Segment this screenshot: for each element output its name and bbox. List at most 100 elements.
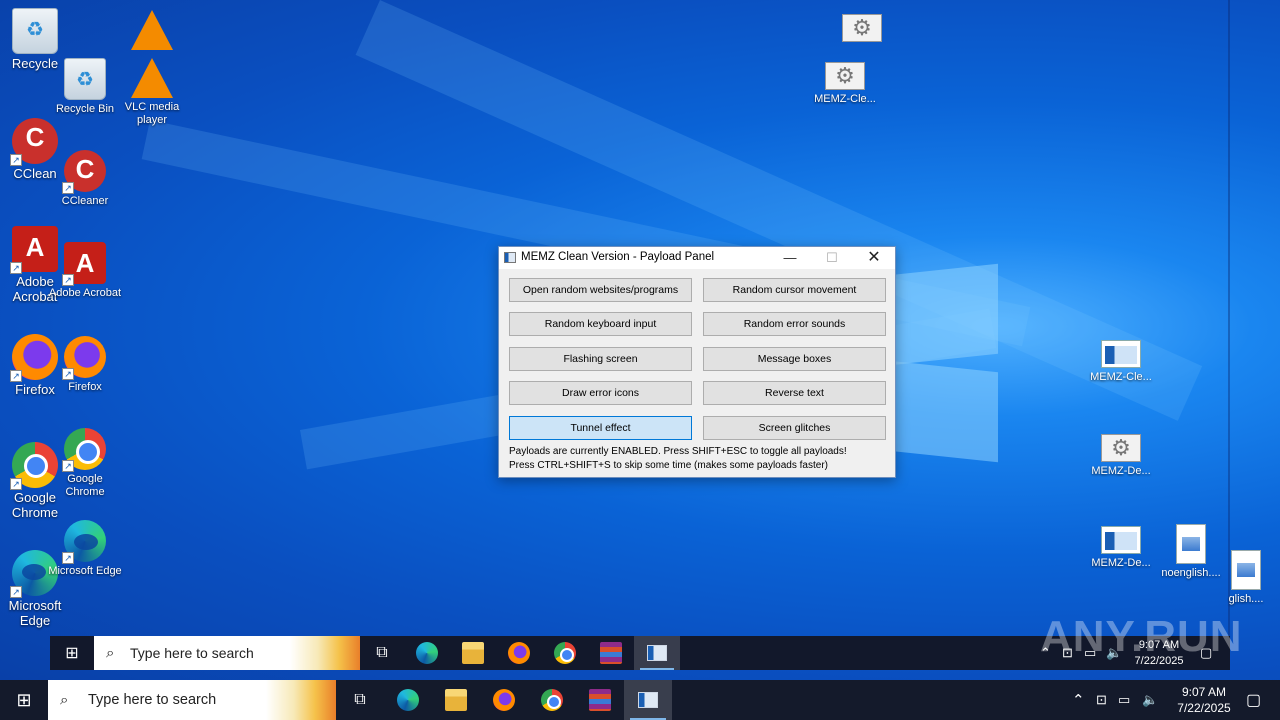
start-button[interactable]: ⊞ (0, 690, 48, 711)
document-image-icon (1231, 550, 1261, 590)
winrar-icon (589, 689, 611, 711)
desktop-icon-memz-destructive-settings[interactable]: MEMZ-De... (1084, 434, 1158, 478)
monitor-icon[interactable]: ▭ (1118, 692, 1130, 708)
recycle-bin-icon (64, 58, 106, 100)
chrome-icon (554, 642, 576, 664)
memz-app-icon (647, 645, 667, 661)
desktop-icon-acrobat[interactable]: ↗ Adobe Acrobat (48, 242, 122, 300)
desktop-icon-vlc[interactable]: VLC media player (115, 58, 189, 126)
payload-open-websites-button[interactable]: Open random websites/programs (509, 278, 692, 302)
payload-draw-error-icons-button[interactable]: Draw error icons (509, 381, 692, 405)
desktop-icon-vlc-top[interactable] (115, 10, 189, 53)
edge-icon: ↗ (62, 520, 106, 564)
task-view-icon: ⧉ (354, 691, 366, 708)
shortcut-arrow-icon: ↗ (62, 552, 74, 564)
icon-label: Microsoft Edge (48, 565, 122, 577)
status-message-enabled: Payloads are currently ENABLED. Press SH… (509, 446, 847, 457)
search-icon: ⌕ (106, 644, 115, 662)
payload-message-boxes-button[interactable]: Message boxes (703, 347, 886, 371)
payload-screen-glitches-button[interactable]: Screen glitches (703, 416, 886, 440)
desktop-icon-english[interactable]: glish.... (1212, 550, 1280, 606)
firefox-icon: ↗ (62, 336, 106, 380)
taskbar-firefox[interactable] (480, 680, 528, 720)
edge-icon (397, 689, 419, 711)
maximize-button[interactable]: ☐ (811, 247, 853, 269)
desktop-icon-edge[interactable]: ↗ Microsoft Edge (48, 520, 122, 578)
settings-gear-icon (825, 62, 865, 90)
icon-label: CCleaner (61, 195, 109, 207)
clock-date: 7/22/2025 (1177, 701, 1231, 715)
taskbar-memz[interactable] (634, 636, 680, 670)
watermark-logo: ANY.RUN (1040, 612, 1243, 661)
ccleaner-icon: ↗ (62, 150, 106, 194)
search-highlight-image (290, 636, 360, 670)
taskbar-edge[interactable] (384, 680, 432, 720)
adobe-acrobat-icon: ↗ (62, 242, 106, 286)
payload-keyboard-input-button[interactable]: Random keyboard input (509, 312, 692, 336)
chrome-icon: ↗ (62, 428, 106, 472)
payload-reverse-text-button[interactable]: Reverse text (703, 381, 886, 405)
icon-label: MEMZ-Cle... (814, 93, 876, 105)
task-view-button[interactable]: ⧉ (360, 636, 404, 670)
shortcut-arrow-icon: ↗ (10, 262, 22, 274)
taskbar: ⊞ ⌕ Type here to search ⧉ ⌃ ⊡ ▭ 🔈 9:07 A… (0, 680, 1280, 720)
taskbar-edge[interactable] (404, 636, 450, 670)
payload-flashing-screen-button[interactable]: Flashing screen (509, 347, 692, 371)
task-view-button[interactable]: ⧉ (336, 680, 384, 720)
desktop-icon-recycle-bin[interactable]: Recycle Bin (48, 58, 122, 116)
chevron-up-icon[interactable]: ⌃ (1072, 691, 1085, 709)
minimize-button[interactable]: — (769, 247, 811, 269)
search-input[interactable]: ⌕ Type here to search (48, 680, 336, 720)
system-tray: ⌃ ⊡ ▭ 🔈 9:07 AM 7/22/2025 ▢ (1066, 680, 1280, 720)
notifications-icon[interactable]: ▢ (1246, 690, 1261, 710)
start-button[interactable]: ⊞ (50, 643, 94, 663)
taskbar-file-explorer[interactable] (450, 636, 496, 670)
desktop-icon-memz-app[interactable]: MEMZ-Cle... (1084, 340, 1158, 384)
icon-label: Firefox (68, 381, 102, 393)
shortcut-arrow-icon: ↗ (10, 586, 22, 598)
window-titlebar[interactable]: MEMZ Clean Version - Payload Panel — ☐ ✕ (499, 247, 895, 269)
status-message-skip-time: Press CTRL+SHIFT+S to skip some time (ma… (509, 460, 828, 471)
icon-label: MEMZ-De... (1091, 557, 1151, 569)
icon-label: Google Chrome (65, 473, 105, 498)
network-icon[interactable]: ⊡ (1096, 692, 1107, 708)
taskbar-chrome[interactable] (542, 636, 588, 670)
payload-cursor-movement-button[interactable]: Random cursor movement (703, 278, 886, 302)
vlc-icon (131, 58, 173, 98)
icon-label: Recycle Bin (55, 103, 115, 115)
desktop-icon-firefox[interactable]: ↗ Firefox (48, 336, 122, 394)
shortcut-arrow-icon: ↗ (62, 368, 74, 380)
chrome-icon (541, 689, 563, 711)
winrar-icon (600, 642, 622, 664)
desktop-icon-memz-destructive[interactable]: MEMZ-De... (1084, 526, 1158, 570)
icon-label: MEMZ-De... (1091, 465, 1151, 477)
edge-icon (416, 642, 438, 664)
search-input[interactable]: ⌕ Type here to search (94, 636, 360, 670)
taskbar-winrar[interactable] (576, 680, 624, 720)
taskbar-winrar[interactable] (588, 636, 634, 670)
volume-icon[interactable]: 🔈 (1142, 692, 1158, 708)
close-button[interactable]: ✕ (853, 247, 895, 269)
firefox-icon (508, 642, 530, 664)
desktop-icon-ccleaner[interactable]: ↗ CCleaner (48, 150, 122, 208)
shortcut-arrow-icon: ↗ (62, 182, 74, 194)
payload-error-sounds-button[interactable]: Random error sounds (703, 312, 886, 336)
search-icon: ⌕ (60, 691, 69, 709)
desktop-icon-memz-clean-settings[interactable] (825, 14, 899, 45)
desktop-icon-memz-clean[interactable]: MEMZ-Cle... (808, 62, 882, 106)
shortcut-arrow-icon: ↗ (62, 274, 74, 286)
vlc-icon (131, 10, 173, 50)
payload-panel-window: MEMZ Clean Version - Payload Panel — ☐ ✕… (498, 246, 896, 478)
taskbar-chrome[interactable] (528, 680, 576, 720)
firefox-icon (493, 689, 515, 711)
desktop-icon-chrome[interactable]: ↗ Google Chrome (48, 428, 122, 498)
icon-label: VLC media player (124, 101, 180, 126)
clock-time: 9:07 AM (1181, 685, 1227, 699)
taskbar-file-explorer[interactable] (432, 680, 480, 720)
task-view-icon: ⧉ (376, 644, 388, 661)
taskbar-memz[interactable] (624, 680, 672, 720)
payload-tunnel-effect-button[interactable]: Tunnel effect (509, 416, 692, 440)
icon-label: glish.... (1228, 593, 1264, 605)
clock[interactable]: 9:07 AM 7/22/2025 (1164, 684, 1244, 716)
taskbar-firefox[interactable] (496, 636, 542, 670)
